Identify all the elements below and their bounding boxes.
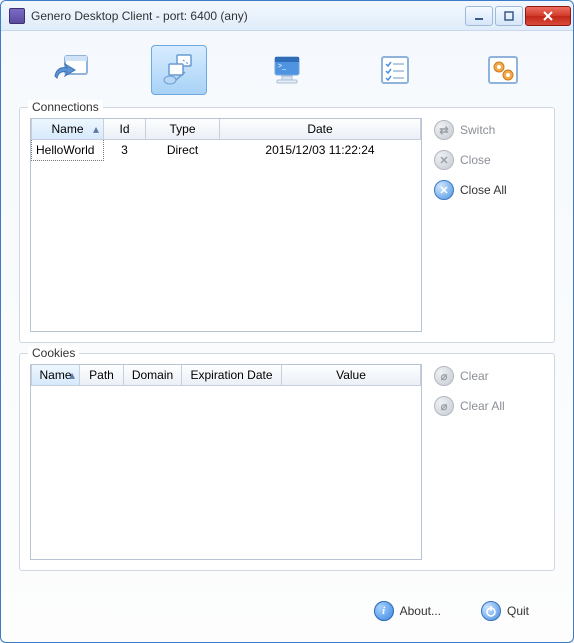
maximize-icon [504,11,514,21]
footer: i About... Quit [17,594,557,628]
power-icon [481,601,501,621]
cookies-col-name[interactable]: Name ▴ [32,365,80,386]
toolbar-shortcut-button[interactable] [43,45,99,95]
close-window-button[interactable] [525,6,571,26]
clear-button[interactable]: ⌀ Clear [434,366,544,386]
checklist-icon [375,52,415,88]
about-button[interactable]: i About... [374,601,441,621]
minimize-button[interactable] [465,6,493,26]
info-icon: i [374,601,394,621]
client-area: >_ [1,31,573,642]
sort-asc-icon: ▴ [69,368,75,382]
close-icon [542,10,554,22]
connections-label: Connections [28,100,103,114]
switch-icon: ⇄ [434,120,454,140]
cell-name: HelloWorld [32,140,104,161]
settings-icon [483,52,523,88]
connections-icon [159,52,199,88]
app-icon [9,8,25,24]
terminal-icon: >_ [267,52,307,88]
connections-col-type[interactable]: Type [146,119,220,140]
titlebar: Genero Desktop Client - port: 6400 (any) [1,1,573,31]
cookies-col-expiration[interactable]: Expiration Date [182,365,282,386]
minimize-icon [474,11,484,21]
maximize-button[interactable] [495,6,523,26]
cookies-actions: ⌀ Clear ⌀ Clear All [434,364,544,560]
connections-table[interactable]: Name ▴ Id Type Date HelloWorld [30,118,422,332]
shortcut-icon [51,52,91,88]
connections-group: Connections Name ▴ Id Type [19,107,555,343]
cell-date: 2015/12/03 11:22:24 [220,140,421,161]
app-window: Genero Desktop Client - port: 6400 (any) [0,0,574,643]
cookies-group: Cookies Name ▴ Path Domain [19,353,555,571]
clear-all-button[interactable]: ⌀ Clear All [434,396,544,416]
cookies-col-path[interactable]: Path [80,365,124,386]
quit-button[interactable]: Quit [481,601,529,621]
cell-type: Direct [146,140,220,161]
window-title: Genero Desktop Client - port: 6400 (any) [31,9,248,23]
cookies-table[interactable]: Name ▴ Path Domain Expiration Date Value [30,364,422,560]
cookies-label: Cookies [28,346,79,360]
switch-button[interactable]: ⇄ Switch [434,120,544,140]
close-button[interactable]: ✕ Close [434,150,544,170]
toolbar-terminal-button[interactable]: >_ [259,45,315,95]
connections-col-name[interactable]: Name ▴ [32,119,104,140]
sort-asc-icon: ▴ [93,122,99,136]
toolbar-connections-button[interactable] [151,45,207,95]
toolbar: >_ [17,39,557,101]
svg-text:>_: >_ [278,63,286,70]
cookies-col-domain[interactable]: Domain [124,365,182,386]
toolbar-checklist-button[interactable] [367,45,423,95]
connections-row[interactable]: HelloWorld 3 Direct 2015/12/03 11:22:24 [32,140,421,161]
connections-actions: ⇄ Switch ✕ Close ✕ Close All [434,118,544,332]
toolbar-settings-button[interactable] [475,45,531,95]
connections-col-date[interactable]: Date [220,119,421,140]
clear-all-icon: ⌀ [434,396,454,416]
close-all-icon: ✕ [434,180,454,200]
connections-col-id[interactable]: Id [104,119,146,140]
close-all-button[interactable]: ✕ Close All [434,180,544,200]
cell-id: 3 [104,140,146,161]
cookies-col-value[interactable]: Value [282,365,421,386]
clear-icon: ⌀ [434,366,454,386]
close-conn-icon: ✕ [434,150,454,170]
